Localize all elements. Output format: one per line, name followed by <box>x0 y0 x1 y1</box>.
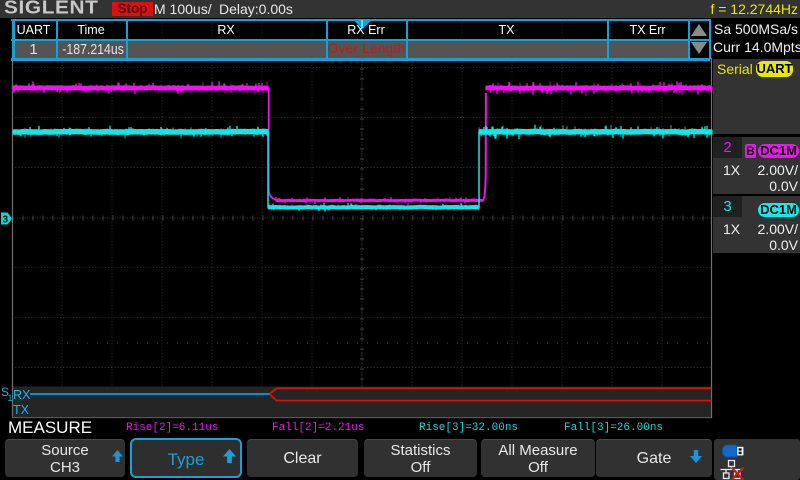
svg-text:1: 1 <box>8 393 13 403</box>
svg-text:RX: RX <box>13 388 31 402</box>
svg-text:3: 3 <box>3 215 9 226</box>
svg-text:TX: TX <box>13 403 30 417</box>
